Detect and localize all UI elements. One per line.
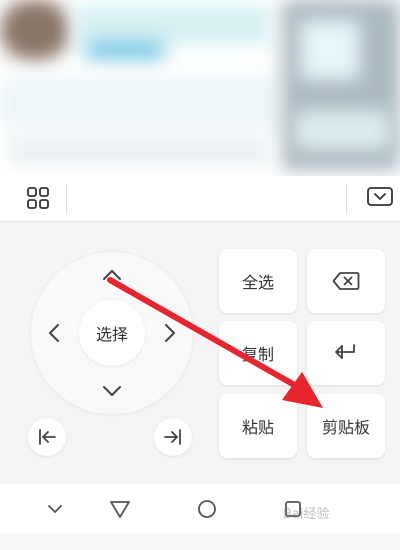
chevron-down-icon[interactable] xyxy=(100,379,124,403)
edit-keyboard-panel: 选择 全选 复制 粘贴 剪贴板 xyxy=(0,222,400,484)
blurred-block xyxy=(10,135,270,165)
copy-button[interactable]: 复制 xyxy=(219,321,297,385)
toolbar-divider xyxy=(66,184,67,214)
select-button[interactable]: 选择 xyxy=(79,300,145,366)
square-recent-icon[interactable] xyxy=(281,497,305,521)
blurred-button xyxy=(85,40,165,60)
blurred-block xyxy=(300,20,360,80)
backspace-icon xyxy=(332,272,360,290)
blurred-avatar xyxy=(0,0,70,60)
keyboard-toolbar xyxy=(0,176,400,222)
chevron-left-icon[interactable] xyxy=(42,321,66,345)
blurred-block xyxy=(295,110,390,150)
select-all-button[interactable]: 全选 xyxy=(219,249,297,313)
circle-home-icon[interactable] xyxy=(195,497,219,521)
grid-icon[interactable] xyxy=(26,186,50,210)
blurred-block xyxy=(75,5,270,45)
line-end-button[interactable] xyxy=(154,418,192,456)
system-nav-bar xyxy=(0,484,400,534)
chevron-down-icon[interactable] xyxy=(43,497,67,521)
chevron-up-icon[interactable] xyxy=(100,263,124,287)
enter-button[interactable] xyxy=(307,321,385,385)
blurred-app-content xyxy=(0,0,400,176)
direction-pad: 选择 xyxy=(30,251,194,415)
line-start-icon xyxy=(39,429,56,445)
triangle-back-icon[interactable] xyxy=(108,497,132,521)
enter-icon xyxy=(335,344,355,359)
blurred-block xyxy=(0,75,280,130)
line-start-button[interactable] xyxy=(28,418,66,456)
delete-button[interactable] xyxy=(307,249,385,313)
chevron-right-icon[interactable] xyxy=(158,321,182,345)
clipboard-button[interactable]: 剪贴板 xyxy=(307,394,385,458)
paste-button[interactable]: 粘贴 xyxy=(219,394,297,458)
toolbar-divider xyxy=(346,184,347,214)
keyboard-collapse-icon[interactable] xyxy=(366,186,394,208)
bottom-strip xyxy=(0,534,400,550)
line-end-icon xyxy=(164,429,181,445)
